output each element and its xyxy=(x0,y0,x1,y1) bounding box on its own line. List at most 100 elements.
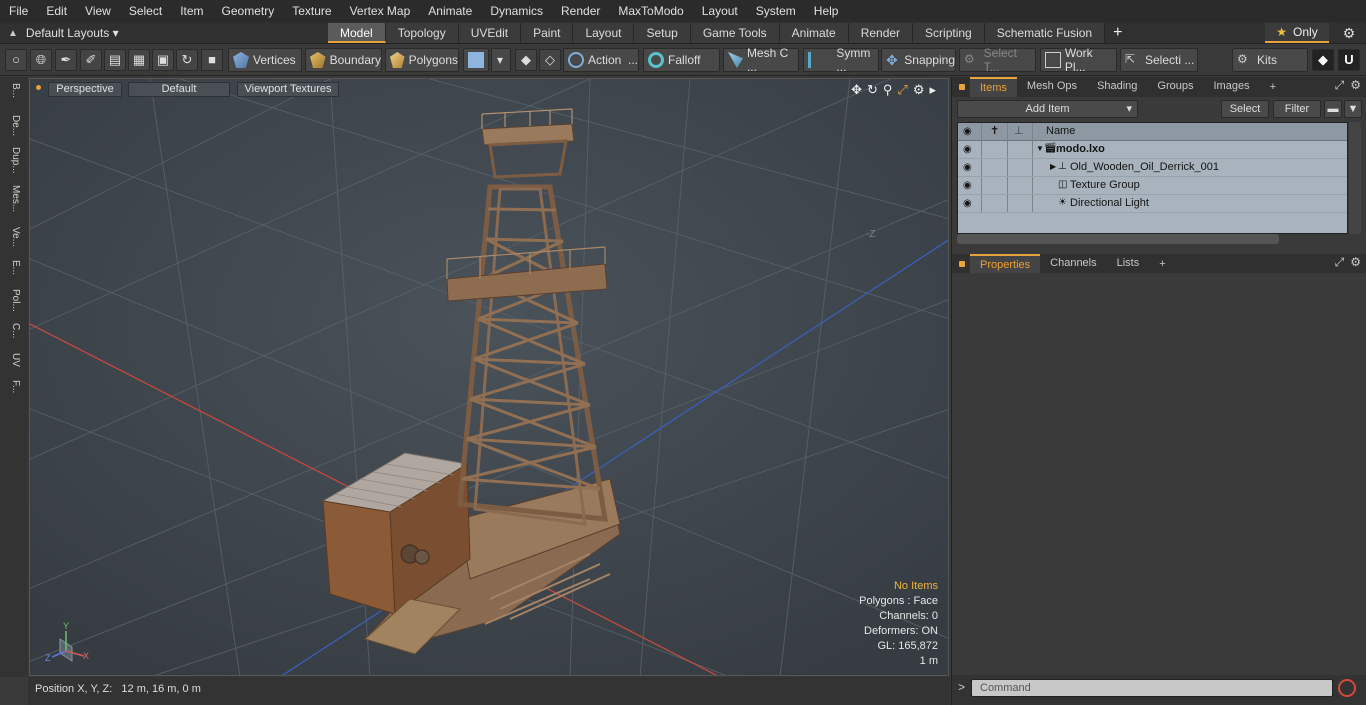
list-item[interactable]: ◉ ▼ 🎬︎ modo.lxo xyxy=(958,141,1347,159)
item-mode-button[interactable] xyxy=(463,48,489,72)
item-list-scrollbar[interactable] xyxy=(1349,122,1361,234)
properties-gear-icon[interactable]: ⚙ xyxy=(1350,255,1361,270)
vertices-button[interactable]: Vertices xyxy=(228,48,302,72)
move-view-icon[interactable]: ✥ xyxy=(851,82,862,98)
panel-tab-properties[interactable]: Properties xyxy=(970,254,1041,274)
grid-icon[interactable]: ▦ xyxy=(128,49,150,71)
left-tab-uv[interactable]: UV xyxy=(5,353,21,367)
left-tab-ve[interactable]: Ve... xyxy=(5,227,21,247)
left-tab-e[interactable]: E... xyxy=(5,260,21,275)
frame-icon[interactable]: ▣ xyxy=(152,49,174,71)
add-tab-icon[interactable]: + xyxy=(1260,78,1286,96)
panel-tab-groups[interactable]: Groups xyxy=(1147,77,1203,97)
left-tab-dup[interactable]: Dup... xyxy=(5,147,21,174)
add-item-button[interactable]: Add Item ▾ xyxy=(957,100,1138,118)
selection-sets-button[interactable]: ⇱ Selecti ... xyxy=(1120,48,1198,72)
layout-selector[interactable]: Default Layouts ▾ xyxy=(26,26,119,40)
viewport-arrow-icon[interactable]: ▸ xyxy=(929,82,936,98)
menu-animate[interactable]: Animate xyxy=(419,0,481,22)
rotate-view-icon[interactable]: ↻ xyxy=(867,82,878,98)
menu-geometry[interactable]: Geometry xyxy=(213,0,284,22)
kits-button[interactable]: ⚙ Kits xyxy=(1232,48,1308,72)
tab-schematic-fusion[interactable]: Schematic Fusion xyxy=(984,23,1106,43)
maximize-icon[interactable]: ⤢ xyxy=(897,82,907,98)
panel-tab-mesh-ops[interactable]: Mesh Ops xyxy=(1017,77,1087,97)
tab-topology[interactable]: Topology xyxy=(385,23,459,43)
select-through-button[interactable]: ⚙ Select T... xyxy=(959,46,1036,74)
menu-layout[interactable]: Layout xyxy=(693,0,747,22)
menu-help[interactable]: Help xyxy=(805,0,848,22)
tab-model[interactable]: Model xyxy=(328,23,386,43)
expand-icon[interactable]: ⤢ xyxy=(1335,78,1345,93)
menu-system[interactable]: System xyxy=(747,0,805,22)
shield-alt-icon[interactable]: ◇ xyxy=(539,49,561,71)
filter-button[interactable]: Filter xyxy=(1273,100,1321,118)
panel-tab-items[interactable]: Items xyxy=(970,77,1017,97)
visibility-eye-icon[interactable]: ◉ xyxy=(963,144,972,155)
pen-icon[interactable]: ✒ xyxy=(55,49,77,71)
visibility-eye-icon[interactable]: ◉ xyxy=(963,162,972,173)
snapping-button[interactable]: ✥ Snapping xyxy=(881,48,956,72)
expand-arrow-icon[interactable]: ▼ xyxy=(1036,144,1044,153)
list-item[interactable]: ◉ ☀ Directional Light xyxy=(958,195,1347,213)
tab-game-tools[interactable]: Game Tools xyxy=(690,23,780,43)
cube-icon[interactable]: ■ xyxy=(201,49,223,71)
perspective-button[interactable]: Perspective xyxy=(48,82,122,97)
brush-icon[interactable]: ✐ xyxy=(80,49,102,71)
mesh-constraint-button[interactable]: Mesh C ... xyxy=(723,46,799,74)
left-tab-f[interactable]: F... xyxy=(5,380,21,393)
left-tab-mes[interactable]: Mes... xyxy=(5,185,21,212)
properties-expand-icon[interactable]: ⤢ xyxy=(1335,255,1345,270)
tab-animate[interactable]: Animate xyxy=(779,23,849,43)
panel-tab-lists[interactable]: Lists xyxy=(1107,254,1150,274)
left-tab-b[interactable]: B... xyxy=(5,83,21,98)
add-tab-plus-icon[interactable]: + xyxy=(1105,23,1130,43)
list-item[interactable]: ◉ ▶ ⊥ Old_Wooden_Oil_Derrick_001 xyxy=(958,159,1347,177)
layouts-arrow-icon[interactable]: ▲ xyxy=(8,28,18,39)
globe-icon[interactable]: 🌐︎ xyxy=(30,49,52,71)
tab-setup[interactable]: Setup xyxy=(634,23,691,43)
menu-item[interactable]: Item xyxy=(171,0,212,22)
visibility-eye-icon[interactable]: ◉ xyxy=(963,198,972,209)
circle-select-icon[interactable]: ○ xyxy=(5,49,27,71)
left-tab-c[interactable]: C... xyxy=(5,323,21,339)
menu-maxtomodo[interactable]: MaxToModo xyxy=(609,0,692,22)
viewport-textures-button[interactable]: Viewport Textures xyxy=(237,82,339,97)
symmetry-button[interactable]: Symm ... xyxy=(803,46,879,74)
menu-render[interactable]: Render xyxy=(552,0,609,22)
panel-tab-images[interactable]: Images xyxy=(1204,77,1260,97)
menu-edit[interactable]: Edit xyxy=(37,0,76,22)
action-button[interactable]: Action ... xyxy=(563,48,639,72)
tab-layout[interactable]: Layout xyxy=(573,23,635,43)
visibility-eye-icon[interactable]: ◉ xyxy=(963,180,972,191)
menu-vertex-map[interactable]: Vertex Map xyxy=(341,0,420,22)
list-item[interactable]: ◉ ◫ Texture Group xyxy=(958,177,1347,195)
left-tab-de[interactable]: De... xyxy=(5,115,21,136)
left-tab-pol[interactable]: Pol... xyxy=(5,289,21,312)
unreal-icon[interactable]: U xyxy=(1338,49,1360,71)
select-button[interactable]: Select xyxy=(1221,100,1269,118)
falloff-button[interactable]: Falloff xyxy=(643,48,720,72)
polygons-button[interactable]: Polygons xyxy=(385,48,459,72)
menu-view[interactable]: View xyxy=(76,0,120,22)
viewport-gear-icon[interactable]: ⚙ xyxy=(913,82,925,98)
collapse-icon[interactable]: ▬ xyxy=(1324,100,1342,118)
tab-render[interactable]: Render xyxy=(848,23,914,43)
rotate-icon[interactable]: ↻ xyxy=(176,49,198,71)
work-plane-button[interactable]: Work Pl... xyxy=(1040,46,1117,74)
add-properties-tab-icon[interactable]: + xyxy=(1149,255,1175,273)
tab-scripting[interactable]: Scripting xyxy=(913,23,985,43)
shield-icon[interactable]: ◆ xyxy=(515,49,537,71)
menu-texture[interactable]: Texture xyxy=(283,0,340,22)
panel-tab-shading[interactable]: Shading xyxy=(1087,77,1147,97)
funnel-icon[interactable]: ▼ xyxy=(1344,100,1362,118)
viewport-dot-icon[interactable] xyxy=(36,85,41,90)
item-list-hscrollbar[interactable] xyxy=(957,234,1279,244)
menu-file[interactable]: File xyxy=(0,0,37,22)
boundary-button[interactable]: Boundary xyxy=(305,48,382,72)
panel-gear-icon[interactable]: ⚙ xyxy=(1350,78,1361,93)
tab-uvedit[interactable]: UVEdit xyxy=(458,23,522,43)
unity-icon[interactable]: ◆ xyxy=(1312,49,1334,71)
record-icon[interactable] xyxy=(1338,679,1356,697)
only-toggle[interactable]: ★ Only xyxy=(1265,23,1329,43)
